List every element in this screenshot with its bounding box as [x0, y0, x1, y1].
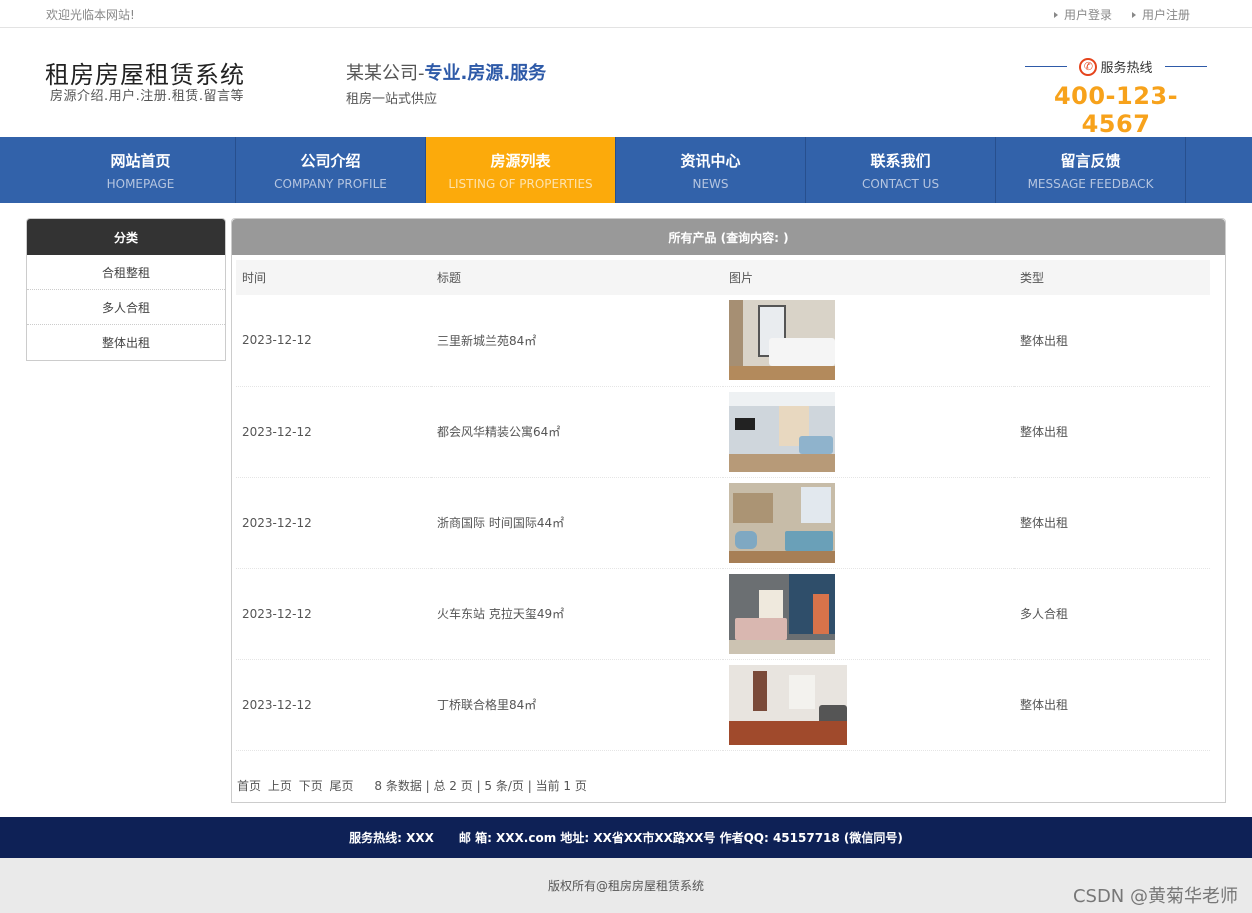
top-bar: 欢迎光临本网站! 用户登录 用户注册: [0, 0, 1252, 28]
nav-label: 留言反馈: [1060, 151, 1121, 170]
category-item[interactable]: 合租整租: [27, 255, 225, 290]
table-row: 2023-12-12 丁桥联合格里84㎡ 整体出租: [236, 659, 1210, 751]
cell-type: 整体出租: [1014, 659, 1210, 751]
nav-label: 房源列表: [490, 151, 551, 170]
nav-item-company-profile[interactable]: 公司介绍 COMPANY PROFILE: [236, 137, 426, 203]
register-label: 用户注册: [1141, 8, 1190, 22]
cell-time: 2023-12-12: [236, 568, 431, 660]
nav-label-en: COMPANY PROFILE: [274, 176, 387, 191]
category-sidebar: 分类 合租整租 多人合租 整体出租: [26, 218, 226, 361]
table-header-row: 时间 标题 图片 类型: [236, 260, 1210, 295]
nav-item-contact[interactable]: 联系我们 CONTACT US: [806, 137, 996, 203]
nav-label-en: NEWS: [692, 176, 729, 191]
product-list-panel: 所有产品 (查询内容: ) 时间 标题 图片 类型 2023-12-12 三里新…: [231, 218, 1226, 803]
panel-heading: 所有产品 (查询内容: ): [232, 219, 1225, 255]
site-subtitle: 房源介绍.用户.注册.租赁.留言等: [50, 89, 245, 104]
nav-item-homepage[interactable]: 网站首页 HOMEPAGE: [46, 137, 236, 203]
column-header: 标题: [431, 260, 723, 295]
cell-time: 2023-12-12: [236, 295, 431, 387]
living-room-photo-icon: [729, 391, 835, 472]
prev-page-link[interactable]: 上页: [268, 779, 292, 793]
sidebar-heading: 分类: [27, 219, 225, 255]
bedroom-photo-icon: [729, 300, 835, 381]
living-room-photo-icon: [729, 664, 847, 745]
footer-contact: 服务热线: XXX 邮 箱: XXX.com 地址: XX省XX市XX路XX号 …: [0, 817, 1252, 858]
welcome-text: 欢迎光临本网站!: [46, 8, 135, 22]
nav-label: 公司介绍: [300, 151, 361, 170]
listing-photo[interactable]: [729, 391, 835, 472]
triangle-right-icon: [1053, 11, 1058, 18]
triangle-right-icon: [1131, 11, 1136, 18]
listing-photo[interactable]: [729, 300, 835, 381]
nav-item-listings[interactable]: 房源列表 LISTING OF PROPERTIES: [426, 137, 616, 203]
main-area: 分类 合租整租 多人合租 整体出租 所有产品 (查询内容: ) 时间 标题 图片…: [0, 203, 1252, 817]
listing-title-link[interactable]: 火车东站 克拉天玺49㎡: [437, 607, 564, 621]
column-header: 时间: [236, 260, 431, 295]
nav-label-en: MESSAGE FEEDBACK: [1027, 176, 1154, 191]
listing-photo[interactable]: [729, 482, 835, 563]
column-header: 图片: [723, 260, 1014, 295]
hotline-box: ✆ 服务热线 400-123-4567: [1025, 57, 1207, 138]
register-link[interactable]: 用户注册: [1131, 6, 1190, 23]
cell-type: 多人合租: [1014, 568, 1210, 660]
listing-table: 时间 标题 图片 类型 2023-12-12 三里新城兰苑84㎡ 整体出租 20…: [236, 260, 1210, 751]
nav-label: 网站首页: [110, 151, 171, 170]
category-item[interactable]: 整体出租: [27, 325, 225, 360]
column-header: 类型: [1014, 260, 1210, 295]
listing-photo[interactable]: [729, 573, 835, 654]
divider-line: [1164, 66, 1207, 67]
listing-title-link[interactable]: 都会风华精装公寓64㎡: [437, 425, 560, 439]
last-page-link[interactable]: 尾页: [330, 779, 354, 793]
footer-copyright: 版权所有@租房房屋租赁系统: [0, 858, 1252, 913]
category-item[interactable]: 多人合租: [27, 290, 225, 325]
watermark-text: CSDN @黄菊华老师: [1072, 886, 1238, 907]
listing-title-link[interactable]: 浙商国际 时间国际44㎡: [437, 516, 564, 530]
slogan-prefix: 某某公司-: [346, 63, 425, 84]
nav-label: 资讯中心: [680, 151, 741, 170]
slogan: 某某公司-专业.房源.服务: [346, 59, 546, 85]
nav-label-en: CONTACT US: [861, 176, 940, 191]
cell-type: 整体出租: [1014, 477, 1210, 569]
listing-title-link[interactable]: 丁桥联合格里84㎡: [437, 698, 536, 712]
hotline-number: 400-123-4567: [1053, 82, 1179, 138]
login-label: 用户登录: [1063, 8, 1112, 22]
table-row: 2023-12-12 火车东站 克拉天玺49㎡ 多人合租: [236, 568, 1210, 660]
login-link[interactable]: 用户登录: [1053, 6, 1112, 23]
nav-item-news[interactable]: 资讯中心 NEWS: [616, 137, 806, 203]
table-row: 2023-12-12 浙商国际 时间国际44㎡ 整体出租: [236, 477, 1210, 569]
table-row: 2023-12-12 都会风华精装公寓64㎡ 整体出租: [236, 386, 1210, 478]
cell-type: 整体出租: [1014, 386, 1210, 478]
top-links: 用户登录 用户注册: [1053, 6, 1190, 23]
nav-label-en: LISTING OF PROPERTIES: [448, 176, 593, 191]
nav-label-en: HOMEPAGE: [106, 176, 175, 191]
first-page-link[interactable]: 首页: [237, 779, 261, 793]
nav-label: 联系我们: [870, 151, 931, 170]
divider-line: [1025, 66, 1067, 67]
phone-icon: ✆: [1079, 57, 1098, 76]
studio-photo-icon: [729, 482, 835, 563]
site-header: 租房房屋租赁系统 房源介绍.用户.注册.租赁.留言等 某某公司-专业.房源.服务…: [0, 28, 1252, 138]
pagination: 首页 上页 下页 尾页 8 条数据 | 总 2 页 | 5 条/页 | 当前 1…: [237, 777, 590, 794]
cell-time: 2023-12-12: [236, 659, 431, 751]
main-nav: 网站首页 HOMEPAGE 公司介绍 COMPANY PROFILE 房源列表 …: [0, 137, 1252, 203]
hotline-label: 服务热线: [1100, 61, 1153, 76]
bedroom-photo-icon: [729, 573, 835, 654]
listing-photo[interactable]: [729, 664, 847, 745]
pagination-info: 8 条数据 | 总 2 页 | 5 条/页 | 当前 1 页: [374, 779, 587, 793]
listing-title-link[interactable]: 三里新城兰苑84㎡: [437, 334, 536, 348]
cell-type: 整体出租: [1014, 295, 1210, 387]
slogan-strong: 专业.房源.服务: [424, 63, 547, 84]
slogan-subtext: 租房一站式供应: [346, 92, 438, 107]
cell-time: 2023-12-12: [236, 477, 431, 569]
cell-time: 2023-12-12: [236, 386, 431, 478]
table-row: 2023-12-12 三里新城兰苑84㎡ 整体出租: [236, 295, 1210, 387]
next-page-link[interactable]: 下页: [299, 779, 323, 793]
nav-item-feedback[interactable]: 留言反馈 MESSAGE FEEDBACK: [996, 137, 1186, 203]
hotline-label-wrap: ✆ 服务热线: [1079, 57, 1153, 76]
